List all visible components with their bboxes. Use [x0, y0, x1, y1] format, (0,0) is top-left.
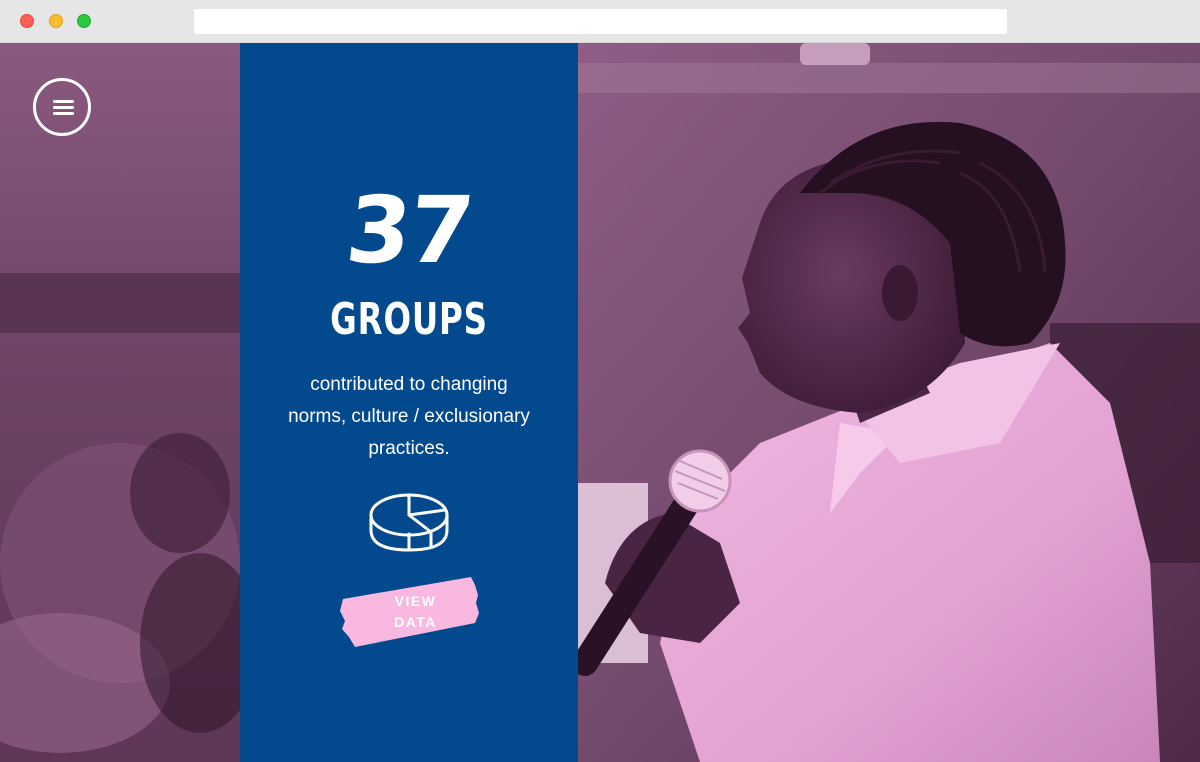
- minimize-window-button[interactable]: [49, 14, 63, 28]
- view-data-button[interactable]: VIEW DATA: [337, 573, 482, 648]
- pie-chart-icon: [369, 493, 449, 552]
- close-window-button[interactable]: [20, 14, 34, 28]
- stat-unit: GROUPS: [330, 294, 488, 345]
- browser-window: 37 GROUPS contributed to changing norms,…: [0, 0, 1200, 762]
- menu-button[interactable]: [33, 78, 91, 136]
- address-bar[interactable]: [194, 9, 1007, 34]
- page-viewport: 37 GROUPS contributed to changing norms,…: [0, 43, 1200, 762]
- hamburger-menu-icon: [53, 100, 74, 116]
- view-data-label: VIEW DATA: [394, 593, 437, 630]
- stat-panel: 37 GROUPS contributed to changing norms,…: [240, 43, 578, 762]
- hero-photo: [0, 43, 1200, 762]
- stat-number: 37: [341, 177, 477, 284]
- browser-titlebar: [0, 0, 1200, 43]
- maximize-window-button[interactable]: [77, 14, 91, 28]
- stat-description: contributed to changing norms, culture /…: [288, 374, 530, 459]
